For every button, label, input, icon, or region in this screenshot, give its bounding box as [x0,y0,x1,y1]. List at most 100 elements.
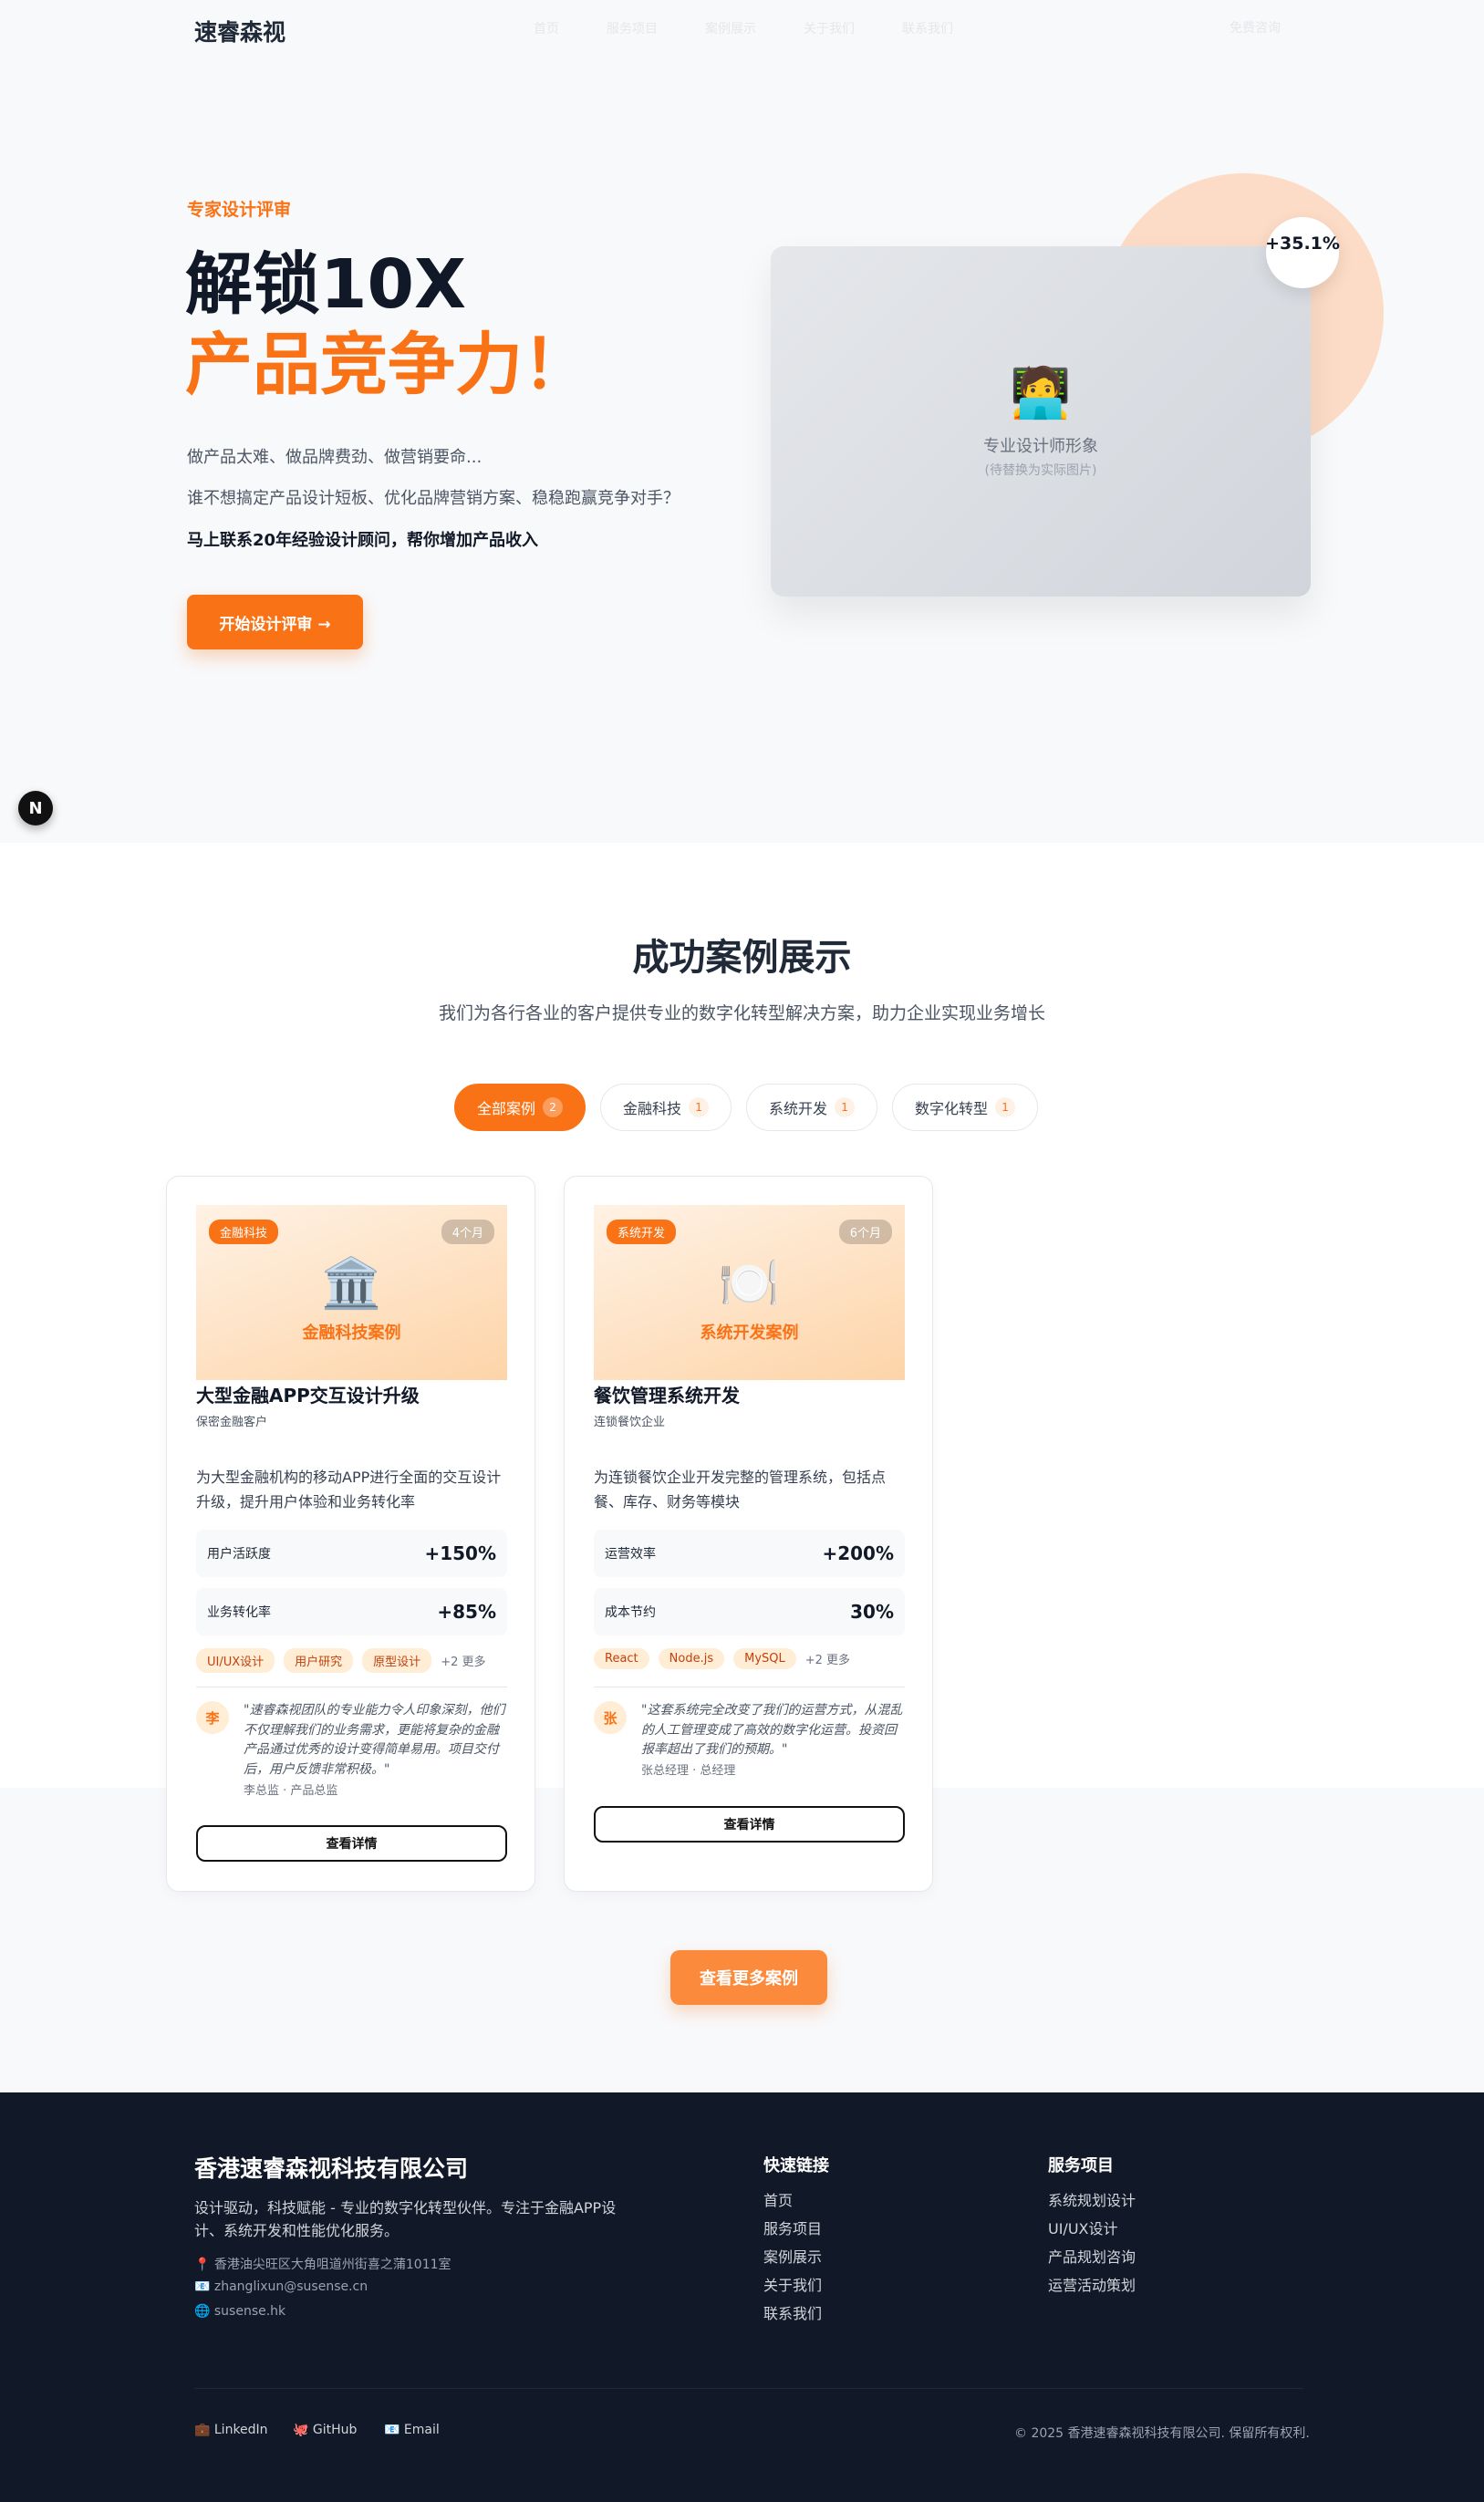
nav-link-cases[interactable]: 案例展示 [705,19,756,37]
designer-icon: 🧑‍💻 [1010,364,1072,421]
linkedin-link[interactable]: 💼 LinkedIn [194,2423,268,2437]
tech-tag: UI/UX设计 [196,1648,275,1673]
nav-consult-button[interactable]: 免费咨询 [1230,18,1281,36]
tab-system-dev[interactable]: 系统开发 1 [746,1084,878,1131]
hero-paragraph-2: 谁不想搞定产品设计短板、优化品牌营销方案、稳稳跑赢竞争对手？ [187,489,680,508]
footer-quick-links-title: 快速链接 [763,2156,829,2175]
tab-digital-transformation[interactable]: 数字化转型 1 [892,1084,1039,1131]
cases-title: 成功案例展示 [632,937,852,979]
hero-paragraph-3: 马上联系20年经验设计顾问，帮你增加产品收入 [187,531,539,550]
footer-service-link[interactable]: 运营活动策划 [1048,2277,1136,2295]
nav-links: 首页 服务项目 案例展示 关于我们 联系我们 [534,19,953,37]
cases-subtitle: 我们为各行各业的客户提供专业的数字化转型解决方案，助力企业实现业务增长 [438,1003,1045,1023]
tab-count: 1 [689,1097,710,1117]
tab-count: 1 [995,1097,1016,1117]
testimonial-author: 李总监 · 产品总监 [244,1784,338,1798]
tech-tag: 用户研究 [284,1648,354,1673]
tab-label: 数字化转型 [915,1100,989,1117]
footer-link-cases[interactable]: 案例展示 [763,2248,822,2267]
avatar: 李 [196,1701,229,1734]
photo-sublabel: (待替换为实际图片) [984,463,1097,478]
footer-link-about[interactable]: 关于我们 [763,2277,822,2295]
nav-link-contact[interactable]: 联系我们 [902,19,953,37]
case-duration-badge: 6个月 [838,1220,892,1244]
case-image-label: 金融科技案例 [302,1324,401,1343]
testimonial-quote: "速睿森视团队的专业能力令人印象深刻，他们不仅理解我们的业务需求，更能将复杂的金… [244,1703,505,1778]
view-details-button[interactable]: 查看详情 [196,1825,507,1862]
nav-link-about[interactable]: 关于我们 [804,19,855,37]
tab-all-cases[interactable]: 全部案例 2 [454,1084,586,1131]
dev-tools-badge[interactable]: N [18,791,53,825]
footer-description: 设计驱动，科技赋能 - 专业的数字化转型伙伴。专注于金融APP设计、系统开发和性… [194,2199,617,2239]
case-tags: UI/UX设计 用户研究 原型设计 +2 更多 [196,1648,485,1673]
footer-link-home[interactable]: 首页 [763,2192,822,2210]
metric-value: +150% [424,1542,496,1564]
metric-value: +85% [437,1601,496,1623]
case-duration-badge: 4个月 [441,1220,494,1244]
tech-tag: React [594,1648,649,1669]
case-metric: 成本节约 30% [594,1588,905,1635]
case-metric: 业务转化率 +85% [196,1588,507,1635]
more-tags: +2 更多 [441,1656,486,1669]
footer-link-contact[interactable]: 联系我们 [763,2305,822,2323]
top-navbar: 速睿森视 首页 服务项目 案例展示 关于我们 联系我们 免费咨询 [0,0,1484,58]
tech-tag: 原型设计 [362,1648,432,1673]
tab-fintech[interactable]: 金融科技 1 [600,1084,732,1131]
tech-tag: MySQL [733,1648,796,1669]
testimonial-author: 张总经理 · 总经理 [641,1764,736,1778]
footer-service-link[interactable]: UI/UX设计 [1048,2220,1136,2238]
metric-value: +200% [822,1542,894,1564]
bank-icon: 🏛️ [320,1254,383,1312]
designer-photo-placeholder: 🧑‍💻 专业设计师形象 (待替换为实际图片) [771,246,1311,597]
footer-service-link[interactable]: 系统规划设计 [1048,2192,1136,2210]
footer-service-link[interactable]: 产品规划咨询 [1048,2248,1136,2267]
hero-paragraph-1: 做产品太难、做品牌费劲、做营销要命... [187,448,483,467]
case-title: 大型金融APP交互设计升级 [196,1385,420,1407]
case-client: 保密金融客户 [196,1416,268,1429]
growth-stat-badge: +35.1% [1265,217,1340,288]
tab-count: 1 [835,1097,856,1117]
case-filter-tabs: 全部案例 2 金融科技 1 系统开发 1 数字化转型 1 [454,1084,1039,1131]
case-category-badge: 系统开发 [607,1220,677,1244]
footer-divider [194,2388,1303,2389]
case-client: 连锁餐饮企业 [594,1416,666,1429]
case-description: 为连锁餐饮企业开发完整的管理系统，包括点餐、库存、财务等模块 [594,1469,887,1511]
case-image-label: 系统开发案例 [700,1324,799,1343]
footer-email[interactable]: 📧 zhanglixun@susense.cn [194,2279,368,2294]
case-image: 金融科技 4个月 🏛️ 金融科技案例 [196,1205,507,1380]
footer-website[interactable]: 🌐 susense.hk [194,2304,285,2319]
photo-label: 专业设计师形象 [983,437,1098,456]
metric-label: 用户活跃度 [207,1547,271,1562]
case-title: 餐饮管理系统开发 [594,1385,740,1407]
tab-label: 金融科技 [623,1100,682,1117]
nav-link-services[interactable]: 服务项目 [607,19,658,37]
github-link[interactable]: 🐙 GitHub [293,2423,357,2437]
view-details-button[interactable]: 查看详情 [594,1806,905,1843]
hero-title-line2: 产品竞争力！ [185,326,590,404]
hero-title-line1: 解锁10X [185,245,467,324]
footer-company-name: 香港速睿森视科技有限公司 [194,2155,469,2182]
case-card-system-dev: 系统开发 6个月 🍽️ 系统开发案例 餐饮管理系统开发 连锁餐饮企业 为连锁餐饮… [564,1176,933,1892]
start-review-button[interactable]: 开始设计评审 → [187,595,363,649]
testimonial-quote: "这套系统完全改变了我们的运营方式，从混乱的人工管理变成了高效的数字化运营。投资… [641,1703,903,1758]
footer-services: 系统规划设计 UI/UX设计 产品规划咨询 运营活动策划 [1048,2192,1136,2295]
case-card-fintech: 金融科技 4个月 🏛️ 金融科技案例 大型金融APP交互设计升级 保密金融客户 … [166,1176,535,1892]
metric-label: 业务转化率 [207,1605,271,1620]
metric-label: 成本节约 [605,1605,656,1620]
nav-link-home[interactable]: 首页 [534,19,559,37]
tech-tag: Node.js [658,1648,725,1669]
email-link[interactable]: 📧 Email [384,2423,440,2437]
view-more-cases-button[interactable]: 查看更多案例 [670,1950,827,2005]
avatar: 张 [594,1701,627,1734]
more-tags: +2 更多 [804,1654,851,1667]
tab-label: 系统开发 [769,1100,828,1117]
site-logo[interactable]: 速睿森视 [194,15,285,47]
case-description: 为大型金融机构的移动APP进行全面的交互设计升级，提升用户体验和业务转化率 [196,1469,502,1511]
case-image: 系统开发 6个月 🍽️ 系统开发案例 [594,1205,905,1380]
footer-services-title: 服务项目 [1048,2156,1114,2175]
case-tags: React Node.js MySQL +2 更多 [594,1648,850,1669]
case-category-badge: 金融科技 [209,1220,279,1244]
footer-link-services[interactable]: 服务项目 [763,2220,822,2238]
metric-value: 30% [850,1601,894,1623]
metric-label: 运营效率 [605,1547,656,1562]
